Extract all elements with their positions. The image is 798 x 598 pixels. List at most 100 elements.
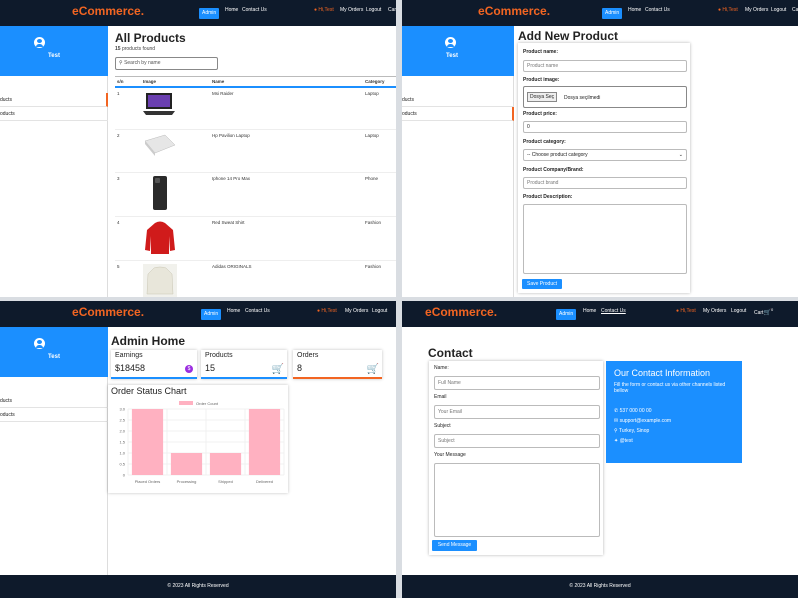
email-line[interactable]: ✉ support@example.com	[614, 418, 671, 424]
image-label: Product image:	[523, 77, 560, 83]
subject-input[interactable]: Subject	[434, 434, 600, 448]
navbar: eCommerce. Admin Home Contact Us ● Hi,Te…	[0, 301, 396, 327]
bar	[209, 453, 242, 475]
admin-button[interactable]: Admin	[556, 309, 577, 320]
y-tick-label: 1.0	[119, 451, 125, 456]
save-product-button[interactable]: Save Product	[522, 279, 562, 289]
bar	[170, 453, 203, 475]
cart-icon: 🛒	[763, 310, 771, 316]
sidebar-item-products[interactable]: ducts	[0, 93, 108, 107]
location-line: ⚲ Turkey, Sinop	[614, 428, 650, 434]
legend-label: Order Count	[196, 401, 219, 406]
dollar-icon: $	[185, 365, 193, 373]
nav-contact[interactable]: Contact Us	[245, 308, 270, 314]
price-label: Product price:	[523, 111, 557, 117]
nav-home[interactable]: Home	[225, 7, 238, 13]
nav-cart[interactable]: Cart🛒0	[754, 307, 773, 316]
admin-button[interactable]: Admin	[199, 8, 220, 19]
sidebar-username: Test	[48, 53, 60, 59]
navbar: eCommerce. Admin Home Contact Us ● Hi,Te…	[0, 0, 396, 26]
nav-my-orders[interactable]: My Orders	[703, 308, 726, 314]
y-tick-label: 0	[123, 473, 126, 478]
user-avatar-icon	[445, 37, 456, 48]
nav-cart[interactable]: Cart	[388, 7, 396, 13]
hi-user[interactable]: ● Hi,Test	[676, 308, 696, 314]
contact-info-card: Our Contact Information Fill the form or…	[606, 361, 742, 463]
send-message-button[interactable]: Send Message	[432, 540, 477, 551]
hi-user[interactable]: ● Hi,Test	[718, 7, 738, 13]
chevron-down-icon: ⌄	[678, 152, 683, 158]
nav-contact[interactable]: Contact Us	[601, 308, 626, 314]
nav-home[interactable]: Home	[628, 7, 641, 13]
nav-logout[interactable]: Logout	[372, 308, 387, 314]
admin-button[interactable]: Admin	[201, 309, 222, 320]
message-textarea[interactable]	[434, 463, 600, 537]
sidebar: Test ducts oducts	[0, 327, 108, 575]
email-label: Email	[434, 394, 447, 400]
y-tick-label: 3.0	[119, 407, 125, 412]
logo[interactable]: eCommerce.	[72, 4, 144, 18]
nav-home[interactable]: Home	[583, 308, 596, 314]
all-products-view: eCommerce. Admin Home Contact Us ● Hi,Te…	[0, 0, 396, 297]
page-title: Contact	[428, 346, 473, 360]
sidebar-profile: Test	[0, 26, 108, 76]
admin-button[interactable]: Admin	[602, 8, 623, 19]
email-input[interactable]: Your Email	[434, 405, 600, 419]
file-input[interactable]: Dosya Seç Dosya seçilmedi	[523, 86, 687, 108]
nav-cart[interactable]: Cart	[792, 7, 798, 13]
contact-view: eCommerce. Admin Home Contact Us ● Hi,Te…	[402, 301, 798, 598]
location-icon: ⚲	[614, 428, 618, 434]
table-row[interactable]: 2 Hp Pavilion Laptop Laptop	[115, 129, 396, 173]
category-select[interactable]: -- Choose product category ⌄	[523, 149, 687, 161]
sidebar-item-products[interactable]: ducts	[402, 93, 514, 107]
bar	[131, 409, 164, 475]
sidebar-item-add-product[interactable]: oducts	[402, 107, 514, 121]
brand-input[interactable]: Product brand	[523, 177, 687, 189]
product-name-input[interactable]: Product name	[523, 60, 687, 72]
contact-form: Name: Full Name Email Your Email Subject…	[429, 361, 603, 555]
order-status-chart: Order Count 0 0.5 1.0 1.5 2.0 2.5 3.0 Placed Ord…	[119, 401, 285, 484]
page-title: Add New Product	[518, 29, 619, 43]
logo[interactable]: eCommerce.	[425, 305, 497, 319]
sidebar: Test ducts oducts	[0, 26, 108, 297]
earnings-card: Earnings $18458 $	[111, 350, 197, 379]
table-row[interactable]: 4 Red Sweat Shirt Fashion	[115, 216, 396, 261]
x-tick-label: Processing	[177, 479, 197, 484]
info-text: Fill the form or contact us via other ch…	[614, 382, 726, 394]
legend-swatch	[179, 401, 193, 405]
nav-contact[interactable]: Contact Us	[645, 7, 670, 13]
nav-my-orders[interactable]: My Orders	[745, 7, 768, 13]
nav-my-orders[interactable]: My Orders	[345, 308, 368, 314]
table-row[interactable]: 1 Msi Raider Laptop	[115, 86, 396, 130]
products-table: s/n Image Name Category 1 Msi Raider Lap…	[115, 76, 396, 297]
choose-file-button[interactable]: Dosya Seç	[527, 92, 558, 102]
product-image	[141, 216, 210, 261]
search-input[interactable]: ⚲ Search by name	[115, 57, 218, 70]
hi-user[interactable]: ● Hi,Test	[314, 7, 334, 13]
twitter-icon: ✦	[614, 438, 619, 444]
chart-title: Order Status Chart	[111, 386, 187, 396]
products-count: 15 products found	[115, 46, 156, 52]
nav-home[interactable]: Home	[227, 308, 240, 314]
description-textarea[interactable]	[523, 204, 687, 274]
price-input[interactable]: 0	[523, 121, 687, 133]
nav-logout[interactable]: Logout	[731, 308, 746, 314]
full-name-input[interactable]: Full Name	[434, 376, 600, 390]
logo[interactable]: eCommerce.	[72, 305, 144, 319]
nav-contact[interactable]: Contact Us	[242, 7, 267, 13]
twitter-line[interactable]: ✦ @test	[614, 438, 633, 444]
sidebar-item-products[interactable]: ducts	[0, 394, 108, 408]
nav-my-orders[interactable]: My Orders	[340, 7, 363, 13]
envelope-icon: ✉	[614, 418, 619, 424]
admin-home-view: eCommerce. Admin Home Contact Us ● Hi,Te…	[0, 301, 396, 598]
add-product-form: Product name: Product name Product image…	[518, 43, 690, 293]
logo[interactable]: eCommerce.	[478, 4, 550, 18]
nav-logout[interactable]: Logout	[771, 7, 786, 13]
sidebar-item-add-product[interactable]: oducts	[0, 408, 108, 422]
nav-logout[interactable]: Logout	[366, 7, 381, 13]
user-avatar-icon	[34, 37, 45, 48]
hi-user[interactable]: ● Hi,Test	[317, 308, 337, 314]
sidebar-item-add-product[interactable]: oducts	[0, 107, 108, 121]
table-row[interactable]: 5 Adidas ORIGINALS Fashion	[115, 260, 396, 297]
table-row[interactable]: 3 Iphone 14 Pro Max Phone	[115, 172, 396, 217]
